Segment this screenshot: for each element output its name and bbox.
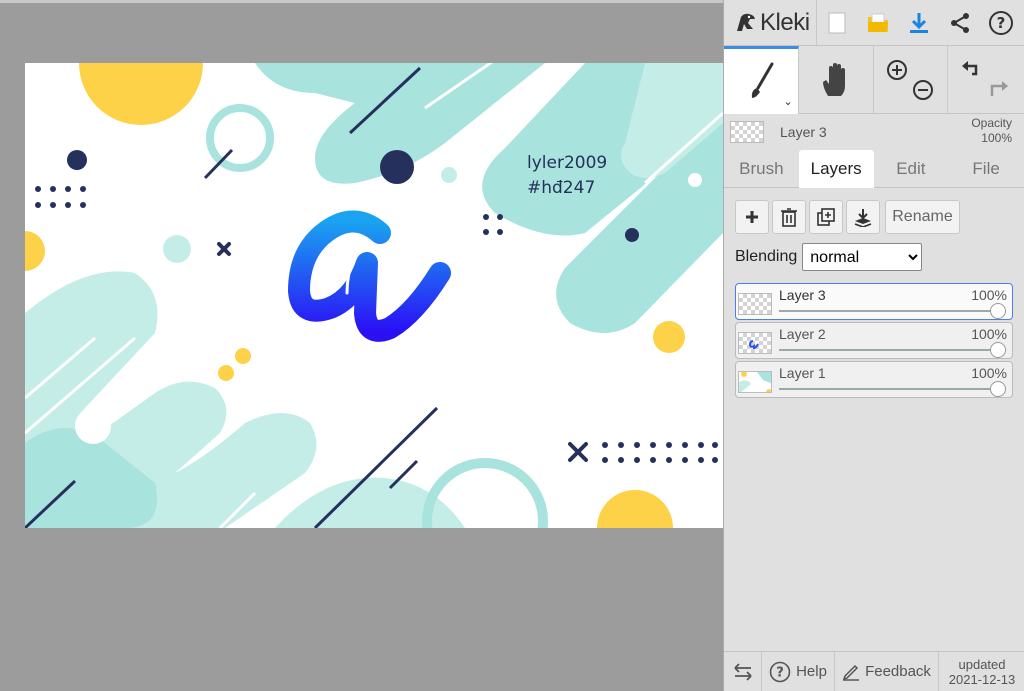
panel-tabs: Brush Layers Edit File bbox=[724, 150, 1024, 188]
opacity-label: Opacity bbox=[971, 116, 1012, 130]
layer-list: Layer 3 100% Layer 2 100% Layer 1 100% bbox=[724, 271, 1024, 398]
zoom-tool[interactable] bbox=[874, 46, 949, 114]
layer-opacity-handle[interactable] bbox=[990, 381, 1006, 397]
layer-name: Layer 2 bbox=[779, 326, 826, 342]
duplicate-icon bbox=[817, 208, 835, 226]
canvas-text-line1: lyler2009 bbox=[527, 153, 607, 173]
artwork: lyler2009 #hđ247 bbox=[25, 63, 723, 528]
tool-row: ⌄ bbox=[724, 46, 1024, 114]
current-layer-name: Layer 3 bbox=[780, 124, 827, 140]
panel-footer: ? Help Feedback updated 2021-12-13 bbox=[724, 651, 1024, 691]
top-toolbar: Kleki ? bbox=[724, 0, 1024, 46]
merge-down-icon bbox=[854, 209, 872, 227]
open-file-button[interactable] bbox=[858, 0, 899, 46]
layer-opacity: 100% bbox=[971, 326, 1007, 342]
download-button[interactable] bbox=[899, 0, 940, 46]
layer-item-1[interactable]: Layer 1 100% bbox=[735, 361, 1013, 398]
layer-opacity-slider[interactable] bbox=[779, 310, 998, 312]
plus-icon bbox=[746, 211, 758, 223]
layer-2-preview bbox=[748, 340, 759, 350]
brush-tool[interactable]: ⌄ bbox=[724, 46, 799, 114]
layer-opacity: 100% bbox=[971, 287, 1007, 303]
brush-icon bbox=[751, 62, 774, 98]
hand-icon bbox=[822, 63, 845, 96]
layer-opacity-handle[interactable] bbox=[990, 342, 1006, 358]
svg-text:?: ? bbox=[776, 665, 784, 680]
blending-label: Blending bbox=[735, 248, 798, 265]
download-icon bbox=[910, 12, 929, 33]
share-button[interactable] bbox=[940, 0, 981, 46]
add-layer-button[interactable] bbox=[735, 200, 769, 234]
help-icon: ? bbox=[989, 10, 1014, 35]
new-file-icon bbox=[828, 12, 846, 33]
layer-name: Layer 3 bbox=[779, 287, 826, 303]
pen-feedback-icon bbox=[842, 664, 860, 681]
updated-info[interactable]: updated 2021-12-13 bbox=[939, 652, 1024, 691]
layer-name: Layer 1 bbox=[779, 365, 826, 381]
undo-redo-icon bbox=[962, 61, 1009, 96]
layer-item-2[interactable]: Layer 2 100% bbox=[735, 322, 1013, 359]
layer-item-3[interactable]: Layer 3 100% bbox=[735, 283, 1013, 320]
help-button[interactable]: ? bbox=[981, 0, 1022, 46]
kleki-bird-icon bbox=[737, 13, 755, 31]
feedback-label: Feedback bbox=[865, 663, 931, 680]
tab-layers[interactable]: Layers bbox=[798, 150, 874, 188]
layer-opacity-slider[interactable] bbox=[779, 349, 998, 351]
layer-opacity-slider[interactable] bbox=[779, 388, 998, 390]
layer-opacity: 100% bbox=[971, 365, 1007, 381]
merge-down-button[interactable] bbox=[846, 200, 880, 234]
side-panel: Kleki ? ⌄ Layer 3 Opacity 100% Brush Lay… bbox=[723, 0, 1024, 691]
current-layer-opacity: Opacity 100% bbox=[971, 116, 1012, 146]
letter-a bbox=[288, 210, 451, 342]
chevron-down-icon[interactable]: ⌄ bbox=[784, 95, 793, 108]
tab-brush[interactable]: Brush bbox=[724, 150, 799, 188]
drawing-canvas[interactable]: lyler2009 #hđ247 bbox=[25, 63, 723, 528]
layer-actions: Rename bbox=[724, 188, 1024, 234]
zoom-icon bbox=[887, 60, 934, 100]
delete-layer-button[interactable] bbox=[772, 200, 806, 234]
updated-date: 2021-12-13 bbox=[948, 671, 1016, 687]
share-icon bbox=[951, 12, 970, 33]
help-circle-icon: ? bbox=[769, 661, 791, 682]
swap-side-button[interactable] bbox=[724, 651, 762, 691]
layer-thumbnail bbox=[738, 371, 772, 393]
layer-opacity-handle[interactable] bbox=[990, 303, 1006, 319]
swap-arrows-icon bbox=[733, 662, 752, 681]
help-label: Help bbox=[796, 663, 827, 680]
new-file-button[interactable] bbox=[817, 0, 858, 46]
layer-1-preview bbox=[739, 372, 771, 392]
blending-row: Blending normal bbox=[724, 234, 1024, 271]
yellow-circle-top bbox=[79, 63, 203, 125]
canvas-text-line2: #hđ247 bbox=[527, 178, 595, 198]
current-layer-thumbnail bbox=[730, 121, 764, 143]
mint-ring-top bbox=[206, 104, 274, 172]
opacity-value: 100% bbox=[981, 131, 1012, 145]
blending-select[interactable]: normal bbox=[802, 243, 923, 271]
footer-help-button[interactable]: ? Help bbox=[762, 651, 835, 691]
undo-redo-tool[interactable] bbox=[948, 46, 1024, 114]
rename-layer-button[interactable]: Rename bbox=[885, 200, 960, 234]
layer-thumbnail bbox=[738, 293, 772, 315]
open-file-icon bbox=[868, 13, 889, 32]
feedback-button[interactable]: Feedback bbox=[835, 651, 939, 691]
layer-thumbnail bbox=[738, 332, 772, 354]
duplicate-layer-button[interactable] bbox=[809, 200, 843, 234]
canvas-stage[interactable]: lyler2009 #hđ247 bbox=[0, 0, 723, 691]
tab-edit[interactable]: Edit bbox=[874, 150, 949, 188]
svg-text:?: ? bbox=[997, 14, 1006, 32]
logo-text: Kleki bbox=[760, 8, 810, 36]
kleki-logo[interactable]: Kleki bbox=[724, 0, 817, 46]
tab-file[interactable]: File bbox=[948, 150, 1024, 188]
updated-label: updated bbox=[958, 656, 1006, 672]
current-layer-info: Layer 3 Opacity 100% bbox=[724, 114, 1024, 150]
trash-icon bbox=[781, 208, 797, 227]
hand-tool[interactable] bbox=[799, 46, 874, 114]
